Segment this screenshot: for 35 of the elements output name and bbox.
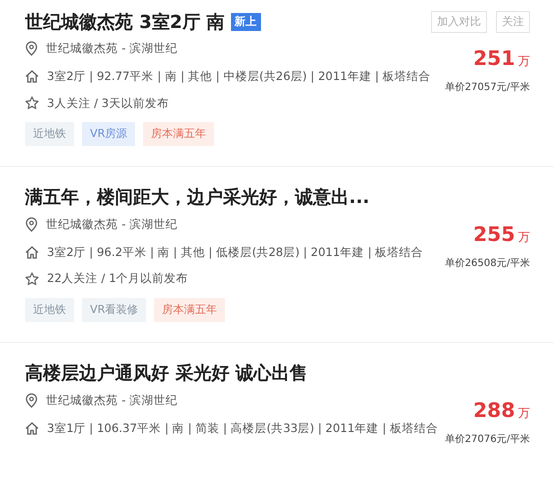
price: 251 (473, 45, 515, 72)
price: 288 (473, 396, 515, 424)
price-unit: 万 (518, 228, 530, 246)
location-pin-icon (25, 41, 38, 56)
location-pin-icon (25, 392, 38, 408)
new-badge: 新上 (230, 13, 261, 31)
unit-price: 单价26508元/平米 (444, 256, 530, 271)
star-icon (25, 272, 39, 286)
location-text: 世纪城徽杰苑 - 滨湖世纪 (46, 40, 178, 57)
tag: 房本满五年 (154, 298, 226, 322)
listing-title[interactable]: 世纪城徽杰苑 3室2厅 南 (25, 8, 225, 36)
price-unit: 万 (518, 53, 530, 70)
star-icon (25, 96, 39, 110)
house-icon (25, 422, 39, 435)
location-text: 世纪城徽杰苑 - 滨湖世纪 (46, 392, 178, 408)
follow-info: 22人关注 / 1个月以前发布 (47, 270, 188, 288)
tag: 近地铁 (25, 122, 74, 146)
follow-info: 3人关注 / 3天以前发布 (47, 94, 169, 112)
location-text: 世纪城徽杰苑 - 滨湖世纪 (46, 216, 178, 233)
house-icon (25, 70, 39, 84)
unit-price: 单价27057元/平米 (444, 80, 530, 95)
tag: VR房源 (82, 122, 136, 146)
price: 255 (473, 220, 515, 248)
house-info: 3室1厅 | 106.37平米 | 南 | 简装 | 高楼层(共33层) | 2011年建 | 板塔结合 (47, 420, 438, 437)
location-pin-icon (25, 216, 38, 232)
unit-price: 单价27076元/平米 (444, 432, 530, 446)
listing-title[interactable]: 高楼层边户通风好 采光好 诚心出售 (25, 360, 308, 387)
tag: VR看装修 (82, 298, 146, 322)
tag: 房本满五年 (143, 122, 214, 146)
house-info: 3室2厅 | 92.77平米 | 南 | 其他 | 中楼层(共26层) | 2011年建 | 板塔结合 (47, 68, 431, 86)
house-info: 3室2厅 | 96.2平米 | 南 | 其他 | 低楼层(共28层) | 2011年建 | 板塔结合 (47, 244, 424, 261)
listing-title[interactable]: 满五年，楼间距大，边户采光好，诚意出... (25, 184, 370, 212)
price-unit: 万 (518, 404, 530, 422)
house-icon (25, 246, 39, 260)
tag: 近地铁 (25, 298, 74, 322)
